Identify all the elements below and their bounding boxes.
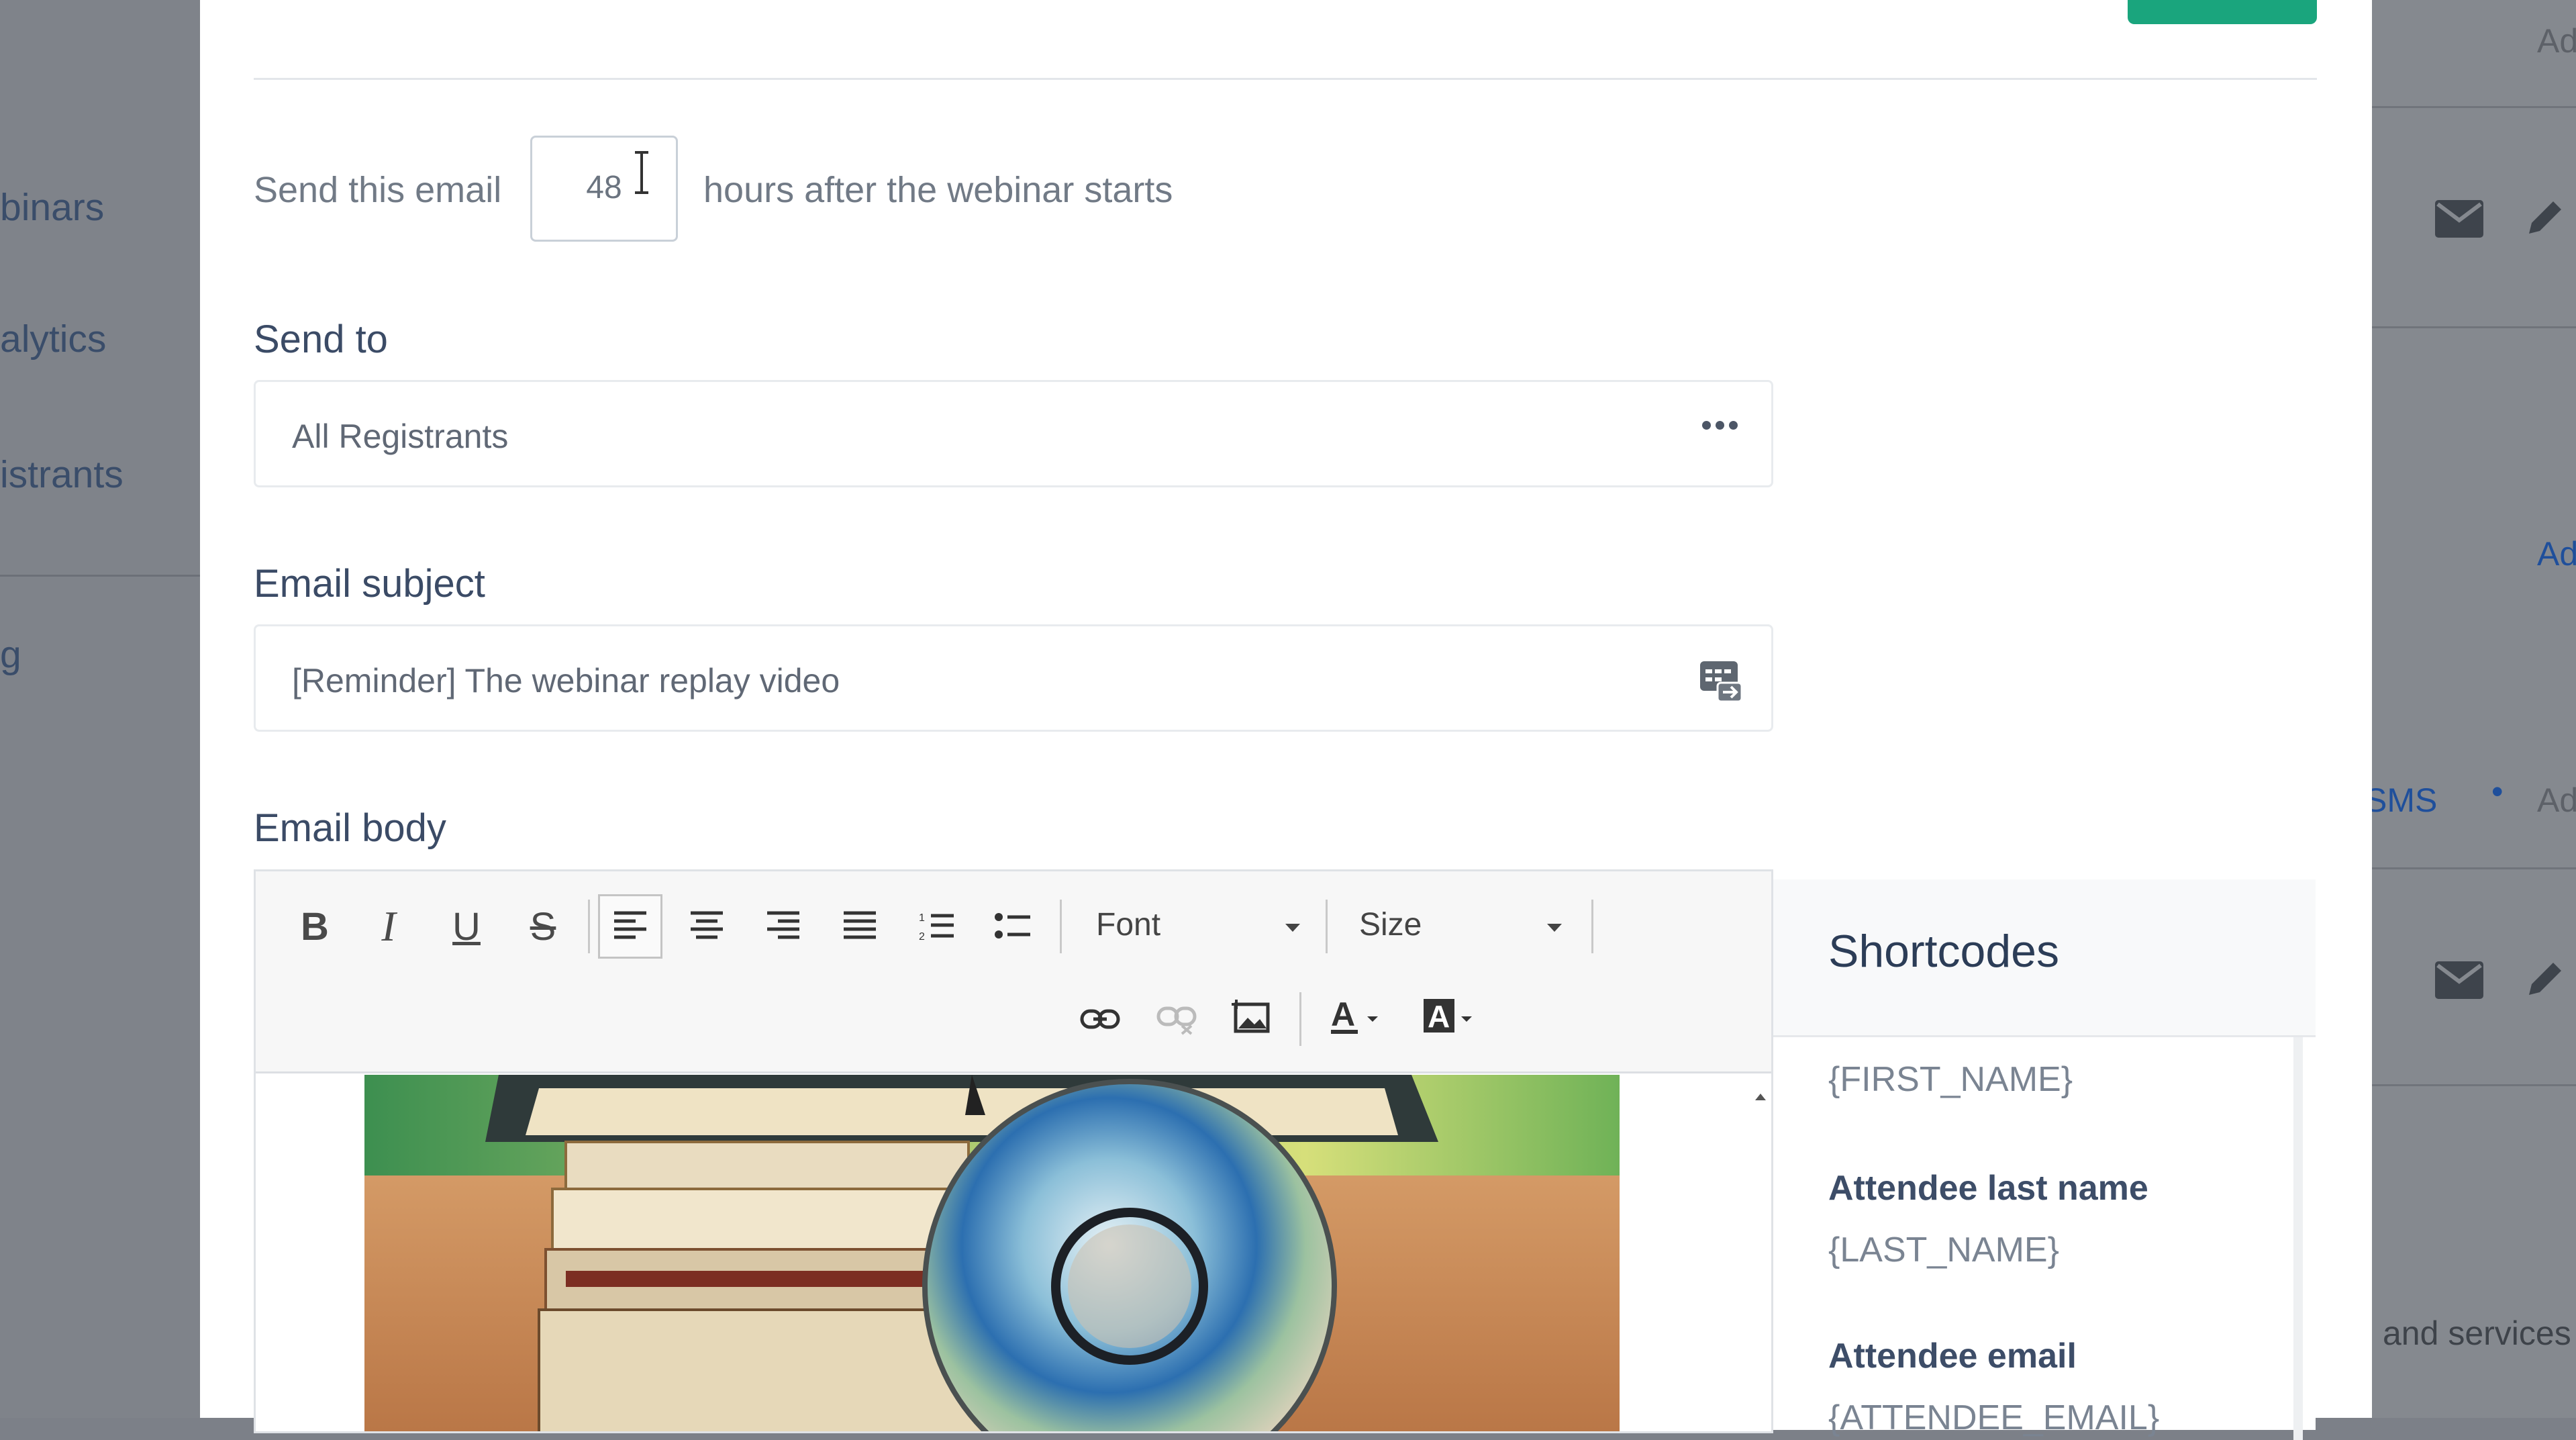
shortcode-last-name[interactable]: {LAST_NAME}: [1828, 1230, 2059, 1270]
ordered-list-button[interactable]: 12: [904, 894, 969, 959]
align-center-icon: [691, 911, 723, 939]
bg-sms-link: SMS: [2365, 781, 2438, 819]
font-dropdown[interactable]: Font: [1096, 906, 1160, 943]
text-color-icon: A: [1331, 996, 1378, 1034]
schedule-suffix-label: hours after the webinar starts: [703, 170, 1173, 210]
sidebar-item-analytics: alytics: [0, 318, 107, 361]
size-dropdown[interactable]: Size: [1359, 906, 1422, 943]
bg-add-link: Ad: [2537, 22, 2576, 60]
bg-row-divider: [2371, 326, 2576, 328]
insert-image-button[interactable]: [1220, 984, 1284, 1049]
mail-icon: [2435, 961, 2483, 999]
email-subject-value: [Reminder] The webinar replay video: [292, 662, 840, 700]
bg-row-divider: [2371, 106, 2576, 108]
shortcodes-title: Shortcodes: [1828, 926, 2059, 977]
send-to-select[interactable]: All Registrants: [254, 380, 1773, 487]
email-subject-label: Email subject: [254, 562, 485, 606]
shortcode-email-label: Attendee email: [1828, 1337, 2077, 1376]
schedule-prefix-label: Send this email: [254, 170, 502, 210]
underline-button[interactable]: U: [434, 894, 499, 959]
remove-link-button[interactable]: [1144, 987, 1209, 1051]
bullet-list-button[interactable]: [981, 894, 1045, 959]
svg-text:A: A: [1331, 996, 1355, 1033]
toolbar-separator: [1326, 900, 1328, 953]
email-body-image[interactable]: [364, 1075, 1620, 1433]
strikethrough-button[interactable]: S: [511, 894, 575, 959]
background-color-icon: A: [1424, 999, 1472, 1034]
hours-after-input[interactable]: 48: [530, 136, 678, 242]
unlink-icon: [1156, 1006, 1197, 1035]
justify-icon: [844, 911, 876, 939]
email-body-label: Email body: [254, 806, 446, 850]
send-to-value: All Registrants: [292, 418, 509, 455]
background-color-button[interactable]: A: [1417, 984, 1481, 1049]
rich-text-editor: B I U S 12 Font Size A A: [254, 869, 1773, 1433]
size-caret-icon: [1547, 924, 1562, 932]
justify-button[interactable]: [828, 894, 892, 959]
save-button[interactable]: [2128, 0, 2317, 24]
align-center-button[interactable]: [675, 894, 739, 959]
bg-dot: •: [2491, 773, 2504, 810]
shortcode-first-name[interactable]: {FIRST_NAME}: [1828, 1059, 2073, 1100]
align-left-icon: [614, 911, 646, 939]
svg-text:1: 1: [919, 912, 925, 924]
editor-scrollbar[interactable]: [1747, 1075, 1771, 1431]
insert-link-button[interactable]: [1068, 987, 1132, 1051]
email-subject-input[interactable]: [Reminder] The webinar replay video: [254, 624, 1773, 732]
svg-text:2: 2: [919, 931, 925, 943]
font-caret-icon: [1285, 924, 1300, 932]
sidebar-item-registrants: istrants: [0, 453, 123, 496]
shortcode-last-name-label: Attendee last name: [1828, 1169, 2148, 1208]
image-icon: [1232, 1000, 1270, 1033]
text-color-button[interactable]: A: [1323, 984, 1387, 1049]
align-left-button[interactable]: [598, 894, 662, 959]
editor-toolbar: B I U S 12 Font Size A A: [256, 871, 1771, 1073]
mail-icon: [2435, 200, 2483, 238]
bold-button[interactable]: B: [283, 894, 347, 959]
bg-row-divider: [2371, 1084, 2576, 1086]
insert-shortcode-icon[interactable]: [1697, 657, 1744, 704]
send-to-label: Send to: [254, 318, 388, 361]
toolbar-separator: [588, 900, 590, 953]
edit-icon: [2529, 963, 2561, 995]
align-right-button[interactable]: [751, 894, 815, 959]
bg-add-link: Ad: [2537, 781, 2576, 819]
align-right-icon: [767, 911, 799, 939]
italic-button[interactable]: I: [356, 894, 421, 959]
scroll-up-icon[interactable]: [1754, 1092, 1767, 1102]
edit-icon: [2529, 201, 2561, 234]
sidebar-item-webinars: binars: [0, 186, 105, 229]
text-cursor-icon: [635, 151, 648, 194]
sidebar-divider: [0, 575, 200, 577]
ordered-list-icon: 12: [919, 912, 954, 943]
shortcodes-header: Shortcodes: [1773, 879, 2316, 1037]
shortcodes-panel: Shortcodes {FIRST_NAME} Attendee last na…: [1773, 879, 2316, 1440]
toolbar-separator: [1060, 900, 1062, 953]
svg-text:A: A: [1428, 999, 1450, 1034]
sidebar-item-other: g: [0, 633, 21, 676]
toolbar-separator: [1591, 900, 1593, 953]
modal-header-divider: [254, 78, 2317, 80]
shortcodes-scrollbar[interactable]: [2293, 1037, 2303, 1440]
shortcode-email[interactable]: {ATTENDEE_EMAIL}: [1828, 1398, 2159, 1438]
bullet-list-icon: [995, 913, 1030, 939]
bg-row-divider: [2371, 867, 2576, 869]
bg-services-text: and services: [2383, 1314, 2571, 1352]
toolbar-separator: [1299, 992, 1301, 1046]
bg-add-link: Ad: [2537, 535, 2576, 573]
more-options-icon[interactable]: [1702, 421, 1738, 430]
link-icon: [1080, 1009, 1120, 1029]
